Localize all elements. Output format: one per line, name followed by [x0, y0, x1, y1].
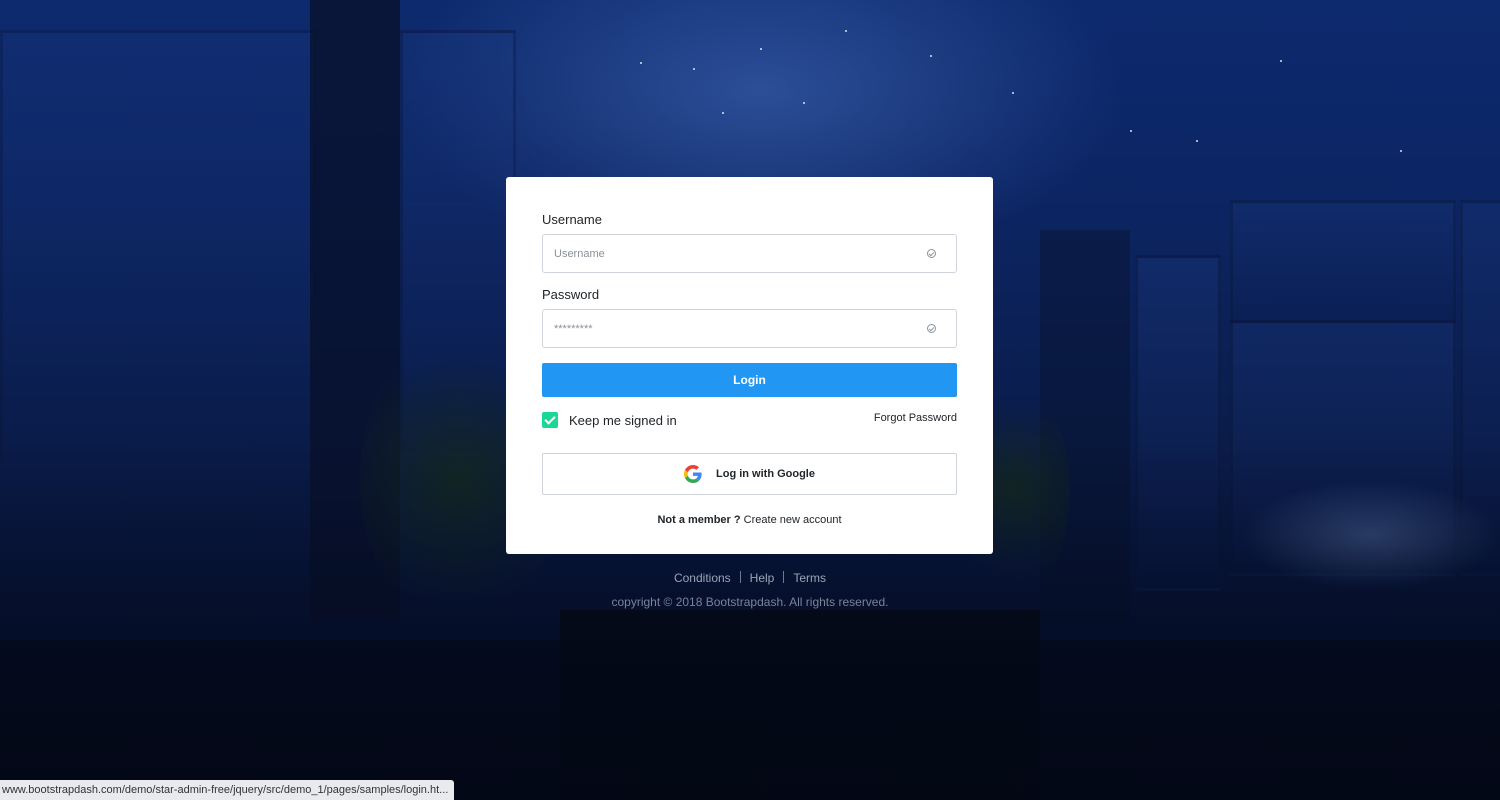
- google-icon: [684, 465, 702, 483]
- password-label: Password: [542, 287, 600, 302]
- google-login-label: Log in with Google: [716, 468, 815, 480]
- keep-signed-in-label[interactable]: Keep me signed in: [569, 413, 677, 428]
- footer-link-terms[interactable]: Terms: [793, 571, 826, 585]
- keep-signed-in-checkbox[interactable]: [542, 412, 558, 428]
- not-member-text: Not a member ?: [657, 514, 741, 526]
- footer-link-help[interactable]: Help: [750, 571, 775, 585]
- status-bar-url: www.bootstrapdash.com/demo/star-admin-fr…: [0, 780, 455, 800]
- username-label: Username: [542, 212, 602, 227]
- copyright-text: copyright © 2018 Bootstrapdash. All righ…: [611, 595, 889, 609]
- forgot-password-link[interactable]: Forgot Password: [874, 412, 957, 424]
- footer-link-conditions[interactable]: Conditions: [674, 571, 731, 585]
- create-account-link[interactable]: Create new account: [744, 514, 842, 526]
- login-button[interactable]: Login: [542, 363, 957, 397]
- password-field[interactable]: [542, 309, 957, 348]
- footer-divider: [739, 571, 741, 583]
- username-field[interactable]: [542, 234, 957, 273]
- check-circle-icon: [927, 249, 936, 258]
- login-card: Username Password Login Keep me signed i…: [506, 177, 993, 554]
- signup-prompt: Not a member ? Create new account: [506, 514, 993, 526]
- google-login-button[interactable]: Log in with Google: [542, 453, 957, 495]
- footer-divider: [783, 571, 785, 583]
- username-input[interactable]: [543, 235, 913, 272]
- footer-links: Conditions Help Terms: [0, 571, 1500, 585]
- password-input[interactable]: [543, 310, 913, 347]
- check-circle-icon: [927, 324, 936, 333]
- keep-signed-in[interactable]: Keep me signed in: [542, 412, 677, 428]
